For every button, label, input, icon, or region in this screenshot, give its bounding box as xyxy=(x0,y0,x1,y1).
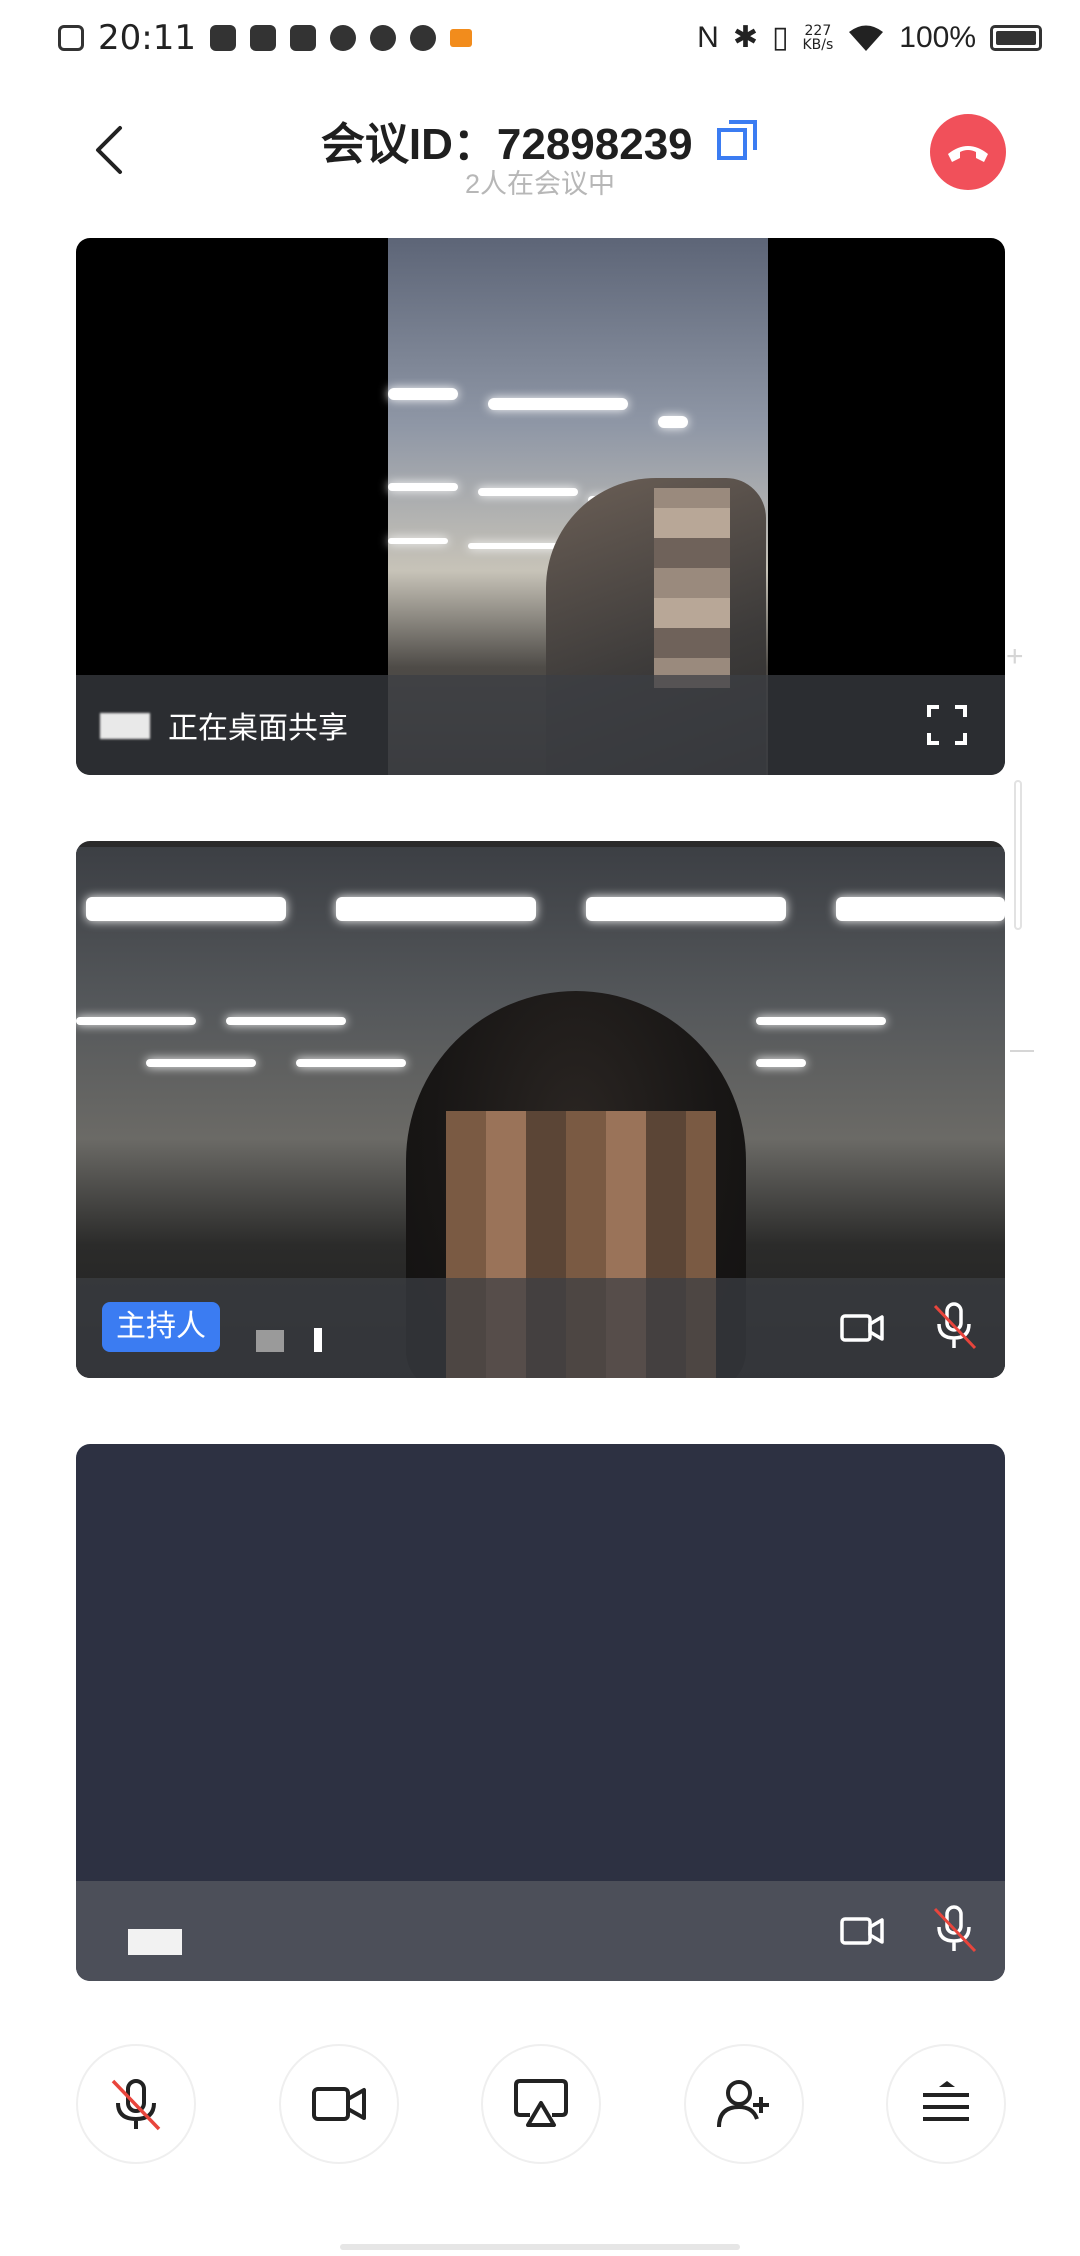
upload-icon xyxy=(369,25,396,51)
music-icon xyxy=(329,25,356,51)
screen-share-button[interactable] xyxy=(483,2046,599,2162)
bottom-toolbar xyxy=(0,2046,1080,2166)
cloud-icon xyxy=(409,25,436,51)
video-tile-participant[interactable] xyxy=(76,1444,1005,1981)
status-bar-right: N ✱ ▯ 227 KB/s 100% xyxy=(697,20,1042,55)
screen-share-icon xyxy=(514,2079,568,2127)
tile-info-bar: 正在桌面共享 xyxy=(76,675,1005,775)
copy-icon xyxy=(717,120,758,160)
meeting-header: 会议ID：72898239 2人在会议中 xyxy=(0,90,1080,210)
mute-button[interactable] xyxy=(78,2046,194,2162)
camera-button[interactable] xyxy=(281,2046,397,2162)
mic-muted-icon xyxy=(933,1905,977,1953)
tile-info-bar: 主持人 xyxy=(76,1278,1005,1378)
pixelated-face xyxy=(654,488,730,688)
menu-icon xyxy=(923,2081,969,2121)
tile-mic-button[interactable] xyxy=(929,1903,979,1955)
usb-icon xyxy=(249,25,276,51)
network-speed-unit: KB/s xyxy=(802,36,834,53)
participant-name-redacted xyxy=(256,1330,284,1352)
video-tile-screen-share[interactable]: 正在桌面共享 xyxy=(76,238,1005,775)
clipboard-icon xyxy=(209,25,236,51)
plus-icon: + xyxy=(1006,640,1024,673)
app-notification-icon xyxy=(449,29,472,47)
nfc-icon: N xyxy=(697,20,719,54)
battery-percent: 100% xyxy=(899,20,976,54)
host-badge: 主持人 xyxy=(102,1302,220,1352)
hangup-button[interactable] xyxy=(930,114,1006,190)
mic-muted-icon xyxy=(933,1302,977,1350)
video-camera-icon xyxy=(312,2087,366,2121)
fullscreen-icon xyxy=(927,705,967,745)
status-bar: 20:11 N ✱ ▯ 227 KB/s 100% xyxy=(0,0,1080,80)
tile-camera-button[interactable] xyxy=(839,1308,885,1348)
invite-button[interactable] xyxy=(686,2046,802,2162)
video-tile-host[interactable]: 主持人 xyxy=(76,841,1005,1378)
minus-icon xyxy=(1010,1050,1034,1052)
participant-name-redacted-part xyxy=(314,1328,322,1352)
add-person-icon xyxy=(717,2080,769,2128)
participant-name-redacted xyxy=(128,1929,182,1955)
copy-id-button[interactable] xyxy=(715,118,759,162)
video-camera-icon xyxy=(840,1314,884,1342)
tile-mic-button[interactable] xyxy=(929,1300,979,1352)
status-time: 20:11 xyxy=(98,18,196,58)
hangup-phone-icon xyxy=(948,146,988,162)
participant-name-redacted xyxy=(100,713,150,739)
usb-debug-icon xyxy=(289,25,316,51)
notification-icon xyxy=(58,25,84,51)
vibrate-icon: ▯ xyxy=(771,21,789,54)
bluetooth-icon: ✱ xyxy=(732,21,758,54)
mic-muted-icon xyxy=(111,2079,161,2131)
tile-camera-button[interactable] xyxy=(839,1911,885,1951)
video-camera-icon xyxy=(840,1917,884,1945)
battery-icon xyxy=(990,24,1042,51)
more-menu-button[interactable] xyxy=(888,2046,1004,2162)
wifi-icon xyxy=(849,25,884,51)
tile-info-bar xyxy=(76,1881,1005,1981)
side-scroll-rail[interactable]: + xyxy=(1006,640,1034,1060)
participant-count: 2人在会议中 xyxy=(464,169,616,199)
scroll-thumb[interactable] xyxy=(1014,780,1022,930)
fullscreen-button[interactable] xyxy=(925,703,969,747)
home-indicator[interactable] xyxy=(340,2244,740,2250)
network-speed: 227 KB/s xyxy=(802,24,833,52)
status-bar-left: 20:11 xyxy=(58,18,472,58)
screen-share-label: 正在桌面共享 xyxy=(168,712,348,745)
